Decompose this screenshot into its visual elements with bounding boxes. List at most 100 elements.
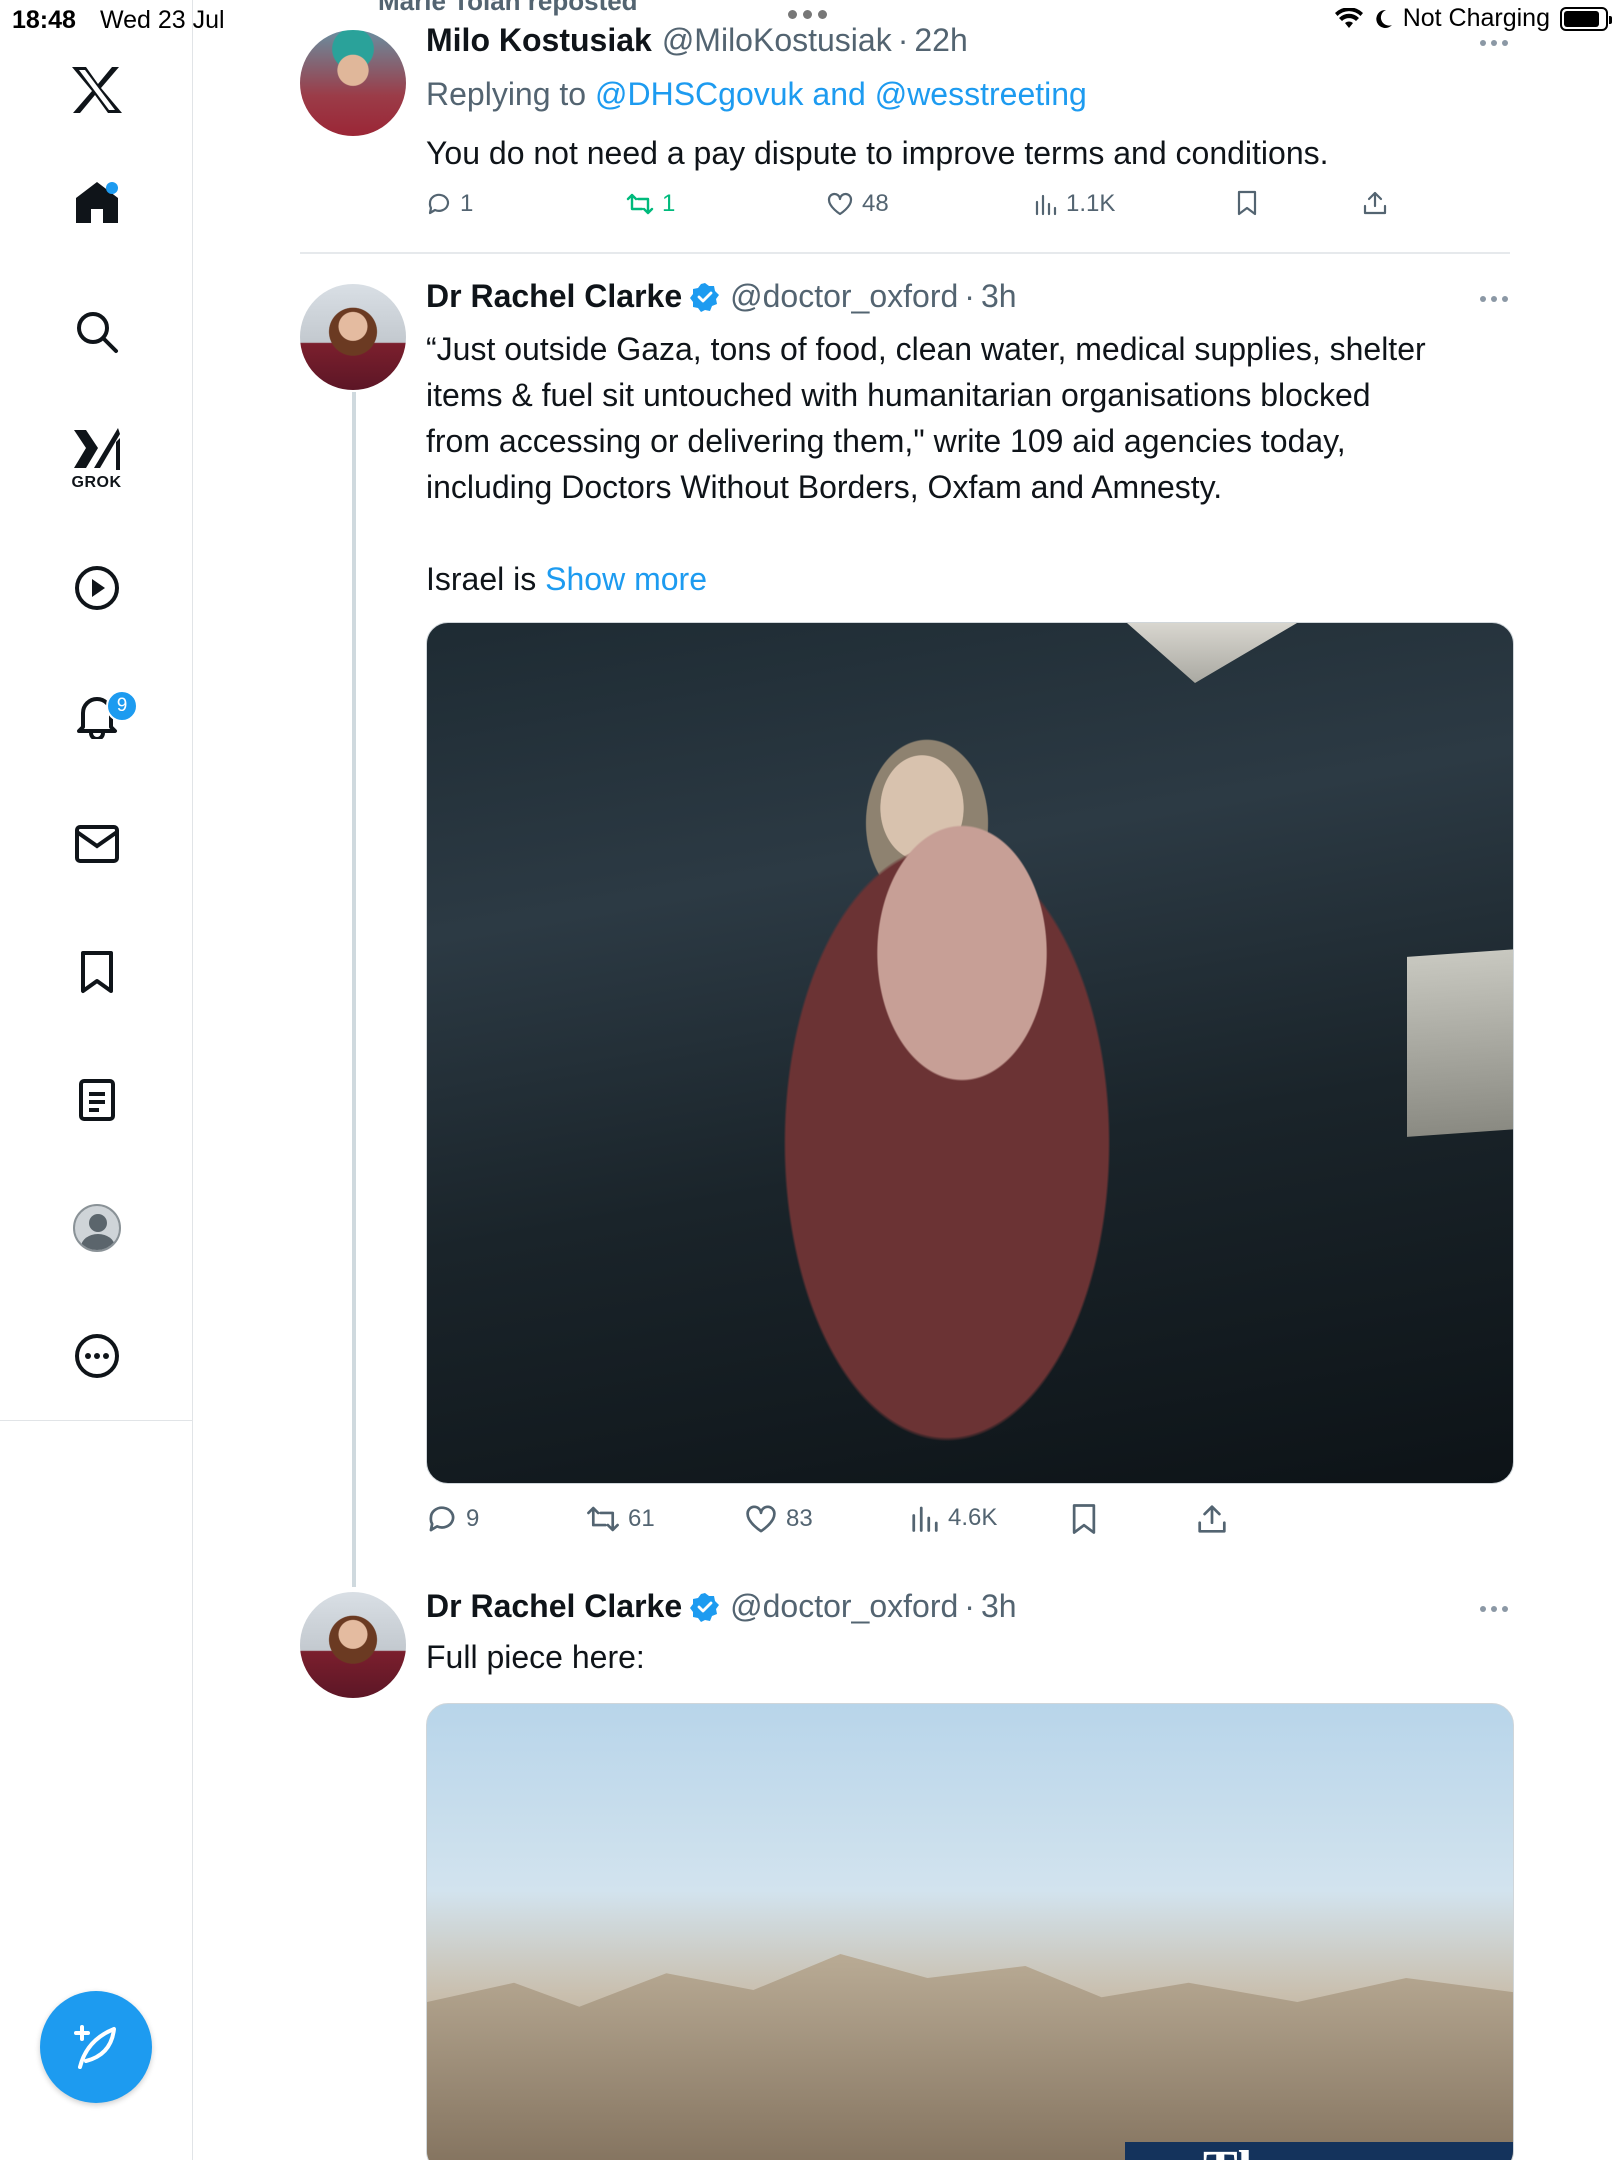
views-count: 4.6K — [948, 1504, 998, 1531]
mail-icon — [74, 825, 119, 863]
tweet-header: Dr Rachel Clarke @doctor_oxford · 3h — [426, 1588, 1017, 1625]
avatar[interactable] — [300, 284, 406, 390]
bookmark-button[interactable] — [1070, 1503, 1098, 1535]
tweet-text: You do not need a pay dispute to improve… — [426, 135, 1329, 171]
repost-icon — [626, 193, 654, 215]
bookmark-icon — [1072, 1504, 1096, 1534]
tweet-divider — [300, 252, 1510, 254]
verified-badge-icon — [690, 282, 720, 312]
views-count: 1.1K — [1066, 190, 1116, 217]
tweet-time[interactable]: 3h — [981, 278, 1017, 315]
nav-more[interactable] — [0, 1316, 193, 1396]
share-icon — [1198, 1505, 1226, 1533]
author-name[interactable]: Dr Rachel Clarke — [426, 278, 682, 315]
reply-button[interactable]: 9 — [426, 1503, 479, 1535]
share-button[interactable] — [1196, 1503, 1228, 1535]
views-chart-icon — [912, 1506, 938, 1532]
tweet-image[interactable] — [426, 622, 1514, 1484]
nav-lists[interactable] — [0, 1060, 193, 1140]
image-detail — [427, 1954, 1513, 2160]
replying-prefix: Replying to — [426, 76, 587, 112]
home-unread-dot — [106, 182, 118, 194]
image-detail — [1407, 949, 1513, 1137]
thread-line — [352, 392, 356, 1587]
repost-button[interactable]: 1 — [626, 190, 675, 218]
tweet-text-line: from accessing or delivering them," writ… — [426, 423, 1346, 459]
tweet-text: Full piece here: — [426, 1639, 645, 1675]
tweet-time[interactable]: 3h — [981, 1588, 1017, 1625]
tweet-text-line: “Just outside Gaza, tons of food, clean … — [426, 331, 1426, 367]
image-masthead-text: The — [1125, 2142, 1513, 2160]
search-icon — [76, 312, 118, 353]
x-logo-icon[interactable] — [0, 50, 193, 130]
sidebar-divider — [0, 1420, 193, 1421]
like-count: 48 — [862, 190, 889, 217]
repost-context: Marie Tolan reposted — [378, 0, 638, 16]
author-handle[interactable]: @MiloKostusiak — [662, 22, 892, 59]
heart-icon — [746, 1505, 776, 1533]
separator-dot: · — [964, 278, 975, 314]
repost-count: 61 — [628, 1505, 655, 1532]
tweet-time[interactable]: 22h — [914, 22, 967, 59]
author-name[interactable]: Milo Kostusiak — [426, 22, 652, 59]
sidebar: GROK 9 — [0, 0, 193, 2160]
reply-count: 9 — [466, 1505, 480, 1532]
reply-button[interactable]: 1 — [426, 190, 473, 218]
tweet-text: “Just outside Gaza, tons of food, clean … — [426, 326, 1426, 602]
link-card-image[interactable]: The — [426, 1703, 1514, 2160]
play-icon — [74, 566, 119, 610]
bookmark-icon — [80, 951, 113, 993]
repost-icon — [587, 1506, 619, 1532]
list-icon — [78, 1079, 115, 1121]
nav-grok[interactable]: GROK — [0, 414, 193, 504]
nav-notifications[interactable]: 9 — [0, 676, 193, 756]
nav-bookmarks[interactable] — [0, 932, 193, 1012]
nav-profile[interactable] — [0, 1188, 193, 1268]
tweet-header: Milo Kostusiak @MiloKostusiak · 22h — [426, 22, 968, 59]
nav-home[interactable] — [0, 162, 193, 242]
profile-avatar-icon — [72, 1204, 121, 1252]
views-button[interactable]: 4.6K — [910, 1503, 997, 1533]
share-icon — [1363, 191, 1387, 215]
views-chart-icon — [1035, 194, 1057, 216]
reply-icon — [429, 1506, 455, 1532]
like-count: 83 — [786, 1505, 813, 1532]
separator-dot: · — [897, 22, 909, 58]
replying-to: Replying to @DHSCgovuk and @wesstreeting — [426, 76, 1087, 113]
image-detail — [1127, 623, 1297, 683]
like-button[interactable]: 48 — [826, 190, 889, 218]
compose-post-button[interactable] — [40, 1991, 152, 2103]
nav-video[interactable] — [0, 548, 193, 628]
replying-to-links[interactable]: @DHSCgovuk and @wesstreeting — [595, 76, 1087, 112]
tweet-text-line: items & fuel sit untouched with humanita… — [426, 377, 1371, 413]
tweet-header: Dr Rachel Clarke @doctor_oxford · 3h — [426, 278, 1017, 315]
bookmark-button[interactable] — [1236, 190, 1258, 216]
reply-count: 1 — [460, 190, 474, 217]
reply-icon — [428, 193, 450, 215]
verified-badge-icon — [690, 1592, 720, 1622]
notifications-badge: 9 — [106, 690, 138, 722]
more-circle-icon — [74, 1334, 119, 1378]
nav-messages[interactable] — [0, 804, 193, 884]
grok-label: GROK — [71, 474, 122, 491]
avatar[interactable] — [300, 1592, 406, 1698]
show-more-link[interactable]: Show more — [545, 561, 707, 597]
like-button[interactable]: 83 — [744, 1503, 813, 1535]
tweet-more-icon[interactable] — [1480, 296, 1508, 302]
tweet-text-line: including Doctors Without Borders, Oxfam… — [426, 469, 1223, 505]
repost-button[interactable]: 61 — [586, 1503, 655, 1535]
author-handle[interactable]: @doctor_oxford — [730, 278, 958, 315]
timeline: Marie Tolan reposted Milo Kostusiak @Mil… — [194, 0, 1620, 2160]
tweet-more-icon[interactable] — [1480, 1606, 1508, 1612]
repost-count: 1 — [662, 190, 676, 217]
share-button[interactable] — [1362, 190, 1388, 216]
tweet-more-icon[interactable] — [1480, 40, 1508, 46]
avatar[interactable] — [300, 30, 406, 136]
grok-icon — [73, 428, 120, 470]
author-handle[interactable]: @doctor_oxford — [730, 1588, 958, 1625]
views-button[interactable]: 1.1K — [1034, 190, 1115, 218]
compose-feather-icon — [74, 2025, 116, 2069]
bookmark-icon — [1237, 190, 1257, 216]
author-name[interactable]: Dr Rachel Clarke — [426, 1588, 682, 1625]
nav-search[interactable] — [0, 292, 193, 372]
